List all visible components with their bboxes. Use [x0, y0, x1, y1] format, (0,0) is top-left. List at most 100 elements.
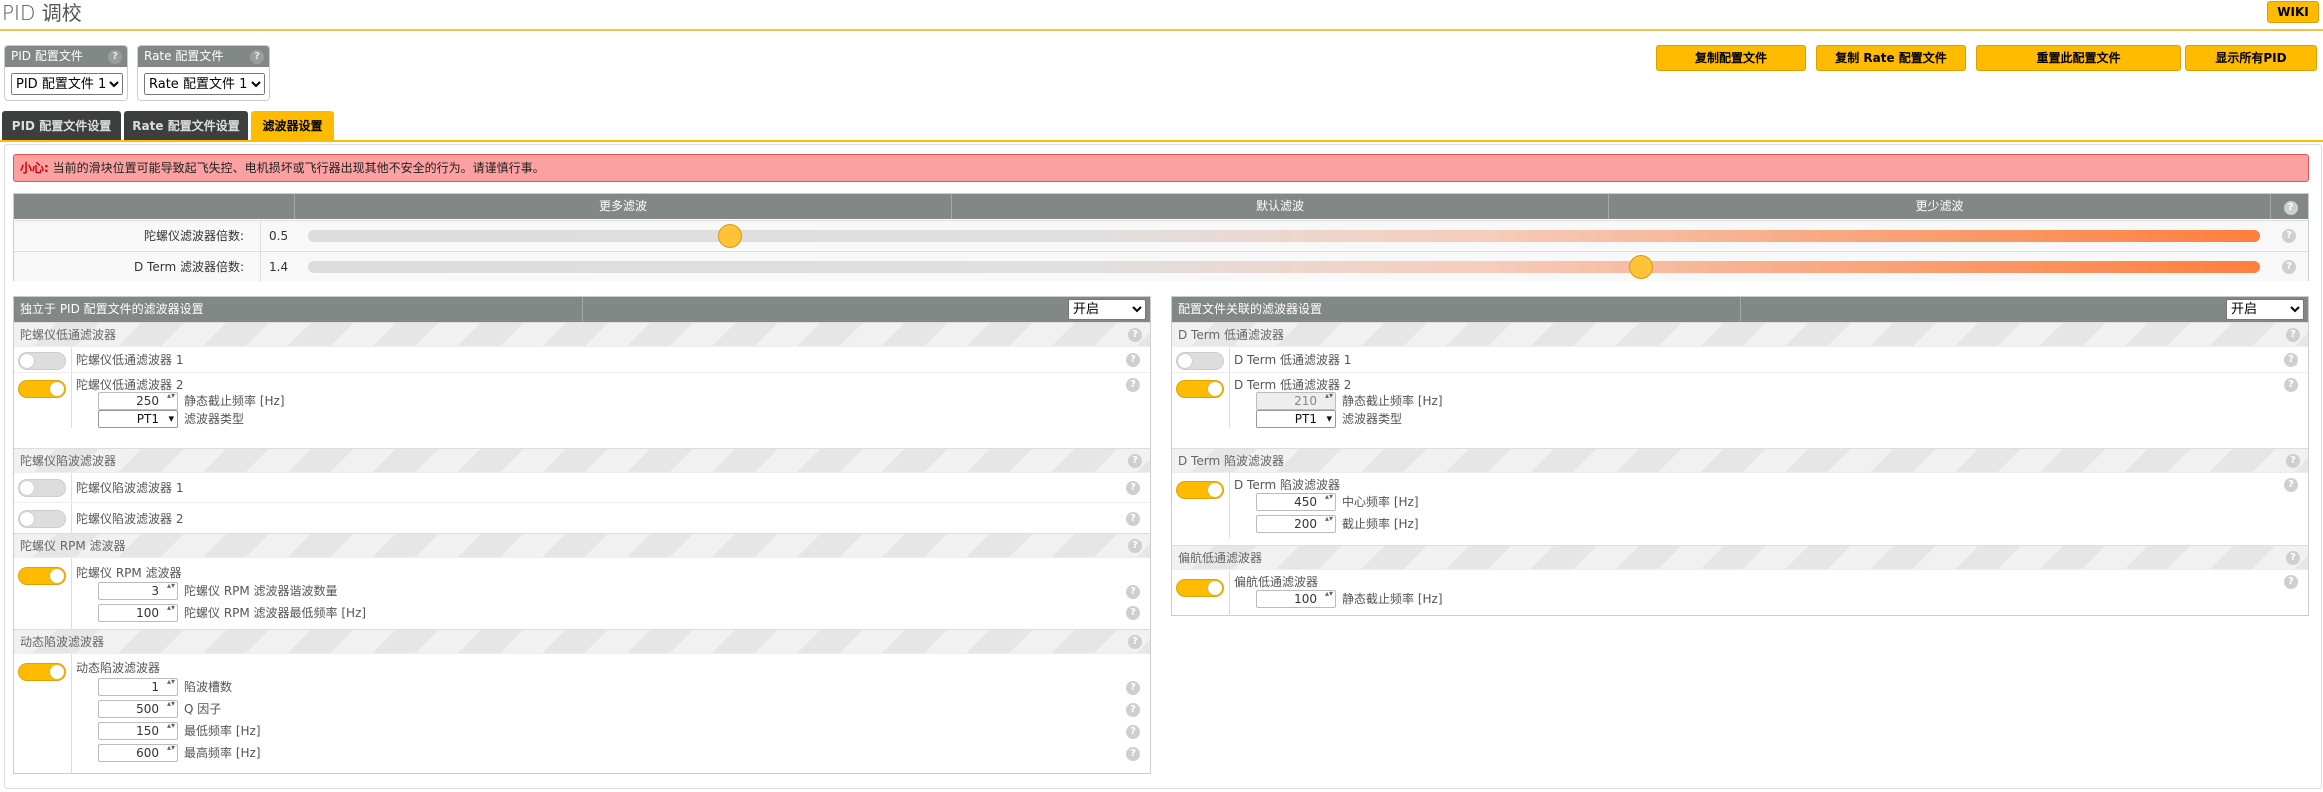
- gyro-slider-value: 0.5: [260, 221, 300, 251]
- gyro-rpm-min-freq-input[interactable]: 100: [98, 603, 178, 622]
- rate-profile-select[interactable]: Rate 配置文件 1: [144, 73, 265, 95]
- gyro-lowpass-2-toggle[interactable]: [18, 380, 66, 398]
- help-icon[interactable]: ?: [250, 50, 264, 64]
- yaw-lowpass-label: 偏航低通滤波器: [1234, 575, 1319, 589]
- header: PID 调校 WIKI: [0, 0, 2323, 31]
- dterm-lowpass-2-type-select[interactable]: PT1: [1256, 410, 1336, 428]
- dterm-notch-label: D Term 陷波滤波器: [1234, 478, 1340, 492]
- help-icon[interactable]: ?: [1126, 747, 1140, 761]
- help-icon[interactable]: ?: [1126, 725, 1140, 739]
- gyro-lowpass-1-toggle[interactable]: [18, 352, 66, 370]
- copy-rate-profile-button[interactable]: 复制 Rate 配置文件: [1816, 45, 1966, 71]
- gyro-rpm-harmonics-input[interactable]: 3: [98, 581, 178, 600]
- dterm-notch-row: D Term 陷波滤波器 450 中心频率 [Hz] 200 截止频率 [Hz]…: [1172, 472, 2308, 538]
- tab-underline: [0, 140, 2323, 142]
- gyro-notch-2-toggle[interactable]: [18, 510, 66, 528]
- dynamic-notch-toggle[interactable]: [18, 663, 66, 681]
- yaw-lowpass-toggle[interactable]: [1176, 579, 1224, 597]
- copy-profile-button[interactable]: 复制配置文件: [1656, 45, 1806, 71]
- show-all-pids-button[interactable]: 显示所有PID: [2185, 45, 2317, 71]
- help-icon[interactable]: ?: [2284, 378, 2298, 392]
- filter-slider-block: 更多滤波 默认滤波 更少滤波 ? 陀螺仪滤波器倍数: 0.5 ? D Term …: [13, 193, 2309, 282]
- dynamic-notch-section: 动态陷波滤波器?: [14, 629, 1150, 653]
- help-icon[interactable]: ?: [1126, 606, 1140, 620]
- help-icon[interactable]: ?: [1126, 481, 1140, 495]
- notch-count-input[interactable]: 1: [98, 677, 178, 696]
- default-filtering-label: 默认滤波: [951, 194, 1608, 219]
- rate-profile-box: Rate 配置文件? Rate 配置文件 1: [137, 45, 270, 101]
- min-freq-input[interactable]: 150: [98, 721, 178, 740]
- gyro-slider-row: 陀螺仪滤波器倍数: 0.5 ?: [14, 220, 2308, 251]
- dterm-notch-center-input[interactable]: 450: [1256, 492, 1336, 511]
- help-icon[interactable]: ?: [2284, 353, 2298, 367]
- help-icon[interactable]: ?: [1128, 454, 1142, 468]
- max-freq-label: 最高频率 [Hz]: [184, 746, 261, 760]
- help-icon[interactable]: ?: [1126, 378, 1140, 392]
- help-icon[interactable]: ?: [1126, 512, 1140, 526]
- dterm-lowpass-1-label: D Term 低通滤波器 1: [1234, 353, 1352, 367]
- help-icon[interactable]: ?: [2282, 260, 2296, 274]
- pid-profile-select[interactable]: PID 配置文件 1: [11, 73, 123, 95]
- harmonics-label: 陀螺仪 RPM 滤波器谐波数量: [184, 584, 338, 598]
- dterm-notch-cutoff-input[interactable]: 200: [1256, 514, 1336, 533]
- dterm-slider-label: D Term 滤波器倍数:: [134, 260, 244, 274]
- dterm-slider-thumb[interactable]: [1629, 255, 1653, 279]
- help-icon[interactable]: ?: [108, 50, 122, 64]
- gyro-lowpass-1-label: 陀螺仪低通滤波器 1: [76, 353, 184, 367]
- profile-independent-filter-panel: 独立于 PID 配置文件的滤波器设置 开启 陀螺仪低通滤波器? 陀螺仪低通滤波器…: [13, 296, 1151, 774]
- help-icon[interactable]: ?: [2286, 454, 2300, 468]
- tab-filter-settings[interactable]: 滤波器设置: [251, 111, 334, 141]
- tab-rate-settings[interactable]: Rate 配置文件设置: [124, 111, 248, 141]
- rate-profile-header: Rate 配置文件?: [138, 46, 269, 67]
- gyro-lowpass-2-type-select[interactable]: PT1: [98, 410, 178, 428]
- help-icon[interactable]: ?: [1126, 585, 1140, 599]
- dterm-slider-track[interactable]: [308, 261, 2260, 273]
- dterm-lowpass-1-row: D Term 低通滤波器 1 ?: [1172, 346, 2308, 372]
- help-icon[interactable]: ?: [1126, 703, 1140, 717]
- yaw-lowpass-cutoff-input[interactable]: 100: [1256, 589, 1336, 608]
- gyro-rpm-label: 陀螺仪 RPM 滤波器: [76, 566, 182, 580]
- help-icon[interactable]: ?: [1128, 635, 1142, 649]
- help-icon[interactable]: ?: [1128, 539, 1142, 553]
- dterm-lowpass-2-cutoff-input[interactable]: 210: [1256, 391, 1336, 410]
- reset-profile-button[interactable]: 重置此配置文件: [1976, 45, 2181, 71]
- left-panel-title: 独立于 PID 配置文件的滤波器设置: [20, 302, 204, 316]
- help-icon[interactable]: ?: [2284, 478, 2298, 492]
- dterm-lowpass-2-toggle[interactable]: [1176, 380, 1224, 398]
- pid-tuning-page: PID 调校 WIKI PID 配置文件? PID 配置文件 1 Rate 配置…: [0, 0, 2323, 792]
- left-panel-enable-select[interactable]: 开启: [1068, 299, 1146, 320]
- cutoff-label: 静态截止频率 [Hz]: [1342, 394, 1443, 408]
- tab-pid-settings[interactable]: PID 配置文件设置: [2, 111, 121, 141]
- help-icon[interactable]: ?: [2283, 201, 2298, 215]
- page-title: PID 调校: [2, 1, 82, 25]
- gyro-lowpass-2-cutoff-input[interactable]: 250: [98, 391, 178, 410]
- dterm-lowpass-section: D Term 低通滤波器?: [1172, 322, 2308, 346]
- section-title: 偏航低通滤波器: [1178, 551, 1263, 565]
- help-icon[interactable]: ?: [2284, 575, 2298, 589]
- filter-type-label: 滤波器类型: [1342, 412, 1403, 426]
- help-icon[interactable]: ?: [1126, 681, 1140, 695]
- gyro-slider-track[interactable]: [308, 230, 2260, 242]
- help-icon[interactable]: ?: [2286, 328, 2300, 342]
- help-icon[interactable]: ?: [1126, 353, 1140, 367]
- right-panel-title: 配置文件关联的滤波器设置: [1178, 302, 1323, 316]
- gyro-slider-thumb[interactable]: [718, 224, 742, 248]
- gyro-notch-1-toggle[interactable]: [18, 479, 66, 497]
- q-factor-input[interactable]: 500: [98, 699, 178, 718]
- gyro-rpm-toggle[interactable]: [18, 567, 66, 585]
- right-panel-enable-select[interactable]: 开启: [2226, 299, 2304, 320]
- warning-banner: 小心: 当前的滑块位置可能导致起飞失控、电机损坏或飞行器出现其他不安全的行为。请…: [13, 154, 2309, 182]
- more-filtering-label: 更多滤波: [294, 194, 951, 219]
- max-freq-input[interactable]: 600: [98, 743, 178, 762]
- help-icon[interactable]: ?: [2286, 551, 2300, 565]
- wiki-button[interactable]: WIKI: [2267, 1, 2319, 23]
- help-icon[interactable]: ?: [1128, 328, 1142, 342]
- min-freq-label: 陀螺仪 RPM 滤波器最低频率 [Hz]: [184, 606, 367, 620]
- pid-profile-box: PID 配置文件? PID 配置文件 1: [4, 45, 128, 101]
- dterm-notch-toggle[interactable]: [1176, 481, 1224, 499]
- left-panel-header: 独立于 PID 配置文件的滤波器设置 开启: [14, 297, 1150, 322]
- dterm-lowpass-2-row: D Term 低通滤波器 2 210 静态截止频率 [Hz] PT1 滤波器类型…: [1172, 372, 2308, 428]
- yaw-lowpass-row: 偏航低通滤波器 100 静态截止频率 [Hz] ?: [1172, 569, 2308, 616]
- dterm-lowpass-1-toggle[interactable]: [1176, 352, 1224, 370]
- help-icon[interactable]: ?: [2282, 229, 2296, 243]
